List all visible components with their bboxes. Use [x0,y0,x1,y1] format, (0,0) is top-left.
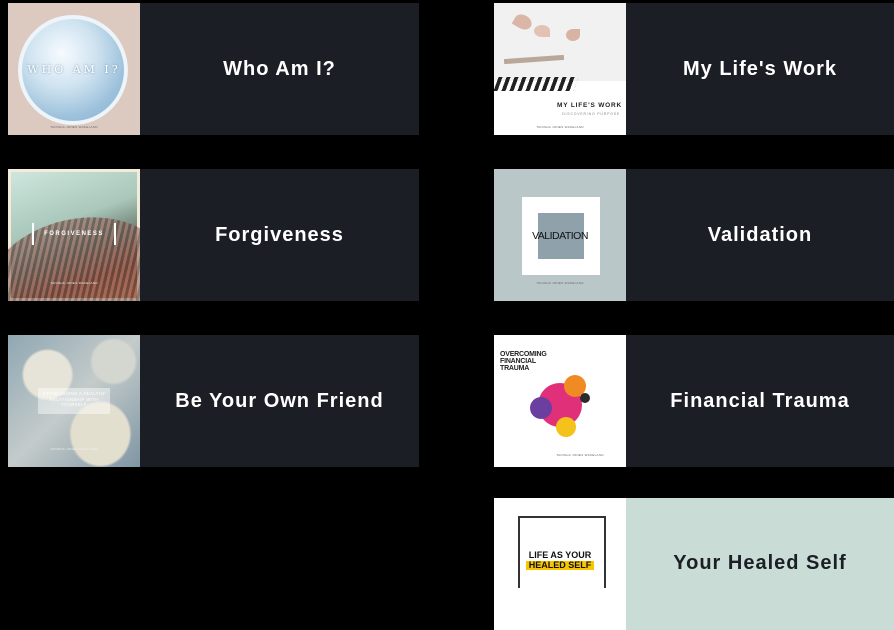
course-card-who-am-i[interactable]: WHO AM I? TANISHA JONES WAKELAND Who Am … [8,3,419,135]
cover-byline: TANISHA JONES WAKELAND [50,281,98,285]
course-card-be-your-own-friend[interactable]: ESTABLISHING A HEALTHY RELATIONSHIP WITH… [8,335,419,467]
course-card-my-lifes-work[interactable]: MY LIFE'S WORK DISCOVERING PURPOSE TANIS… [494,3,894,135]
course-title: My Life's Work [683,57,837,80]
course-cover-image: MY LIFE'S WORK DISCOVERING PURPOSE TANIS… [494,3,626,135]
cover-byline: TANISHA JONES WAKELAND [536,281,584,285]
shaving-graphic [566,29,580,41]
shaving-graphic [534,25,550,37]
course-cover-image: ESTABLISHING A HEALTHY RELATIONSHIP WITH… [8,335,140,467]
paint-splash [530,397,552,419]
course-cover-image: LIFE AS YOUR HEALED SELF [494,498,626,630]
cover-text: VALIDATION [532,230,588,242]
spiral-graphic [494,77,579,91]
course-cover-image: OVERCOMING FINANCIAL TRAUMA TANISHA JONE… [494,335,626,467]
cover-text: MY LIFE'S WORK [557,102,622,109]
course-cover-image: WHO AM I? TANISHA JONES WAKELAND [8,3,140,135]
course-card-forgiveness[interactable]: FORGIVENESS TANISHA JONES WAKELAND Forgi… [8,169,419,301]
course-title: Your Healed Self [673,552,847,574]
course-cover-image: VALIDATION TANISHA JONES WAKELAND [494,169,626,301]
cover-text: WHO AM I? [27,63,121,76]
course-title: Financial Trauma [670,389,850,412]
course-card-your-healed-self[interactable]: LIFE AS YOUR HEALED SELF Your Healed Sel… [494,498,894,630]
course-title: Forgiveness [215,223,344,246]
paint-splash [556,417,576,437]
pencil-graphic [503,54,565,65]
cover-byline: TANISHA JONES WAKELAND [50,447,98,451]
course-title: Validation [707,223,813,246]
cover-byline: TANISHA JONES WAKELAND [556,453,604,457]
paint-splash [580,393,590,403]
cover-text: ESTABLISHING A HEALTHY RELATIONSHIP WITH… [42,391,106,407]
cover-subtitle: DISCOVERING PURPOSE [562,112,620,116]
cover-byline: TANISHA JONES WAKELAND [536,125,584,129]
cover-byline: TANISHA JONES WAKELAND [50,125,98,129]
cover-text: FORGIVENESS [44,231,104,237]
course-cover-image: FORGIVENESS TANISHA JONES WAKELAND [8,169,140,301]
course-card-financial-trauma[interactable]: OVERCOMING FINANCIAL TRAUMA TANISHA JONE… [494,335,894,467]
course-title: Who Am I? [223,57,336,80]
shaving-graphic [511,11,535,33]
cover-text: LIFE AS YOUR HEALED SELF [528,550,592,570]
cover-text: OVERCOMING FINANCIAL TRAUMA [500,351,547,372]
course-card-validation[interactable]: VALIDATION TANISHA JONES WAKELAND Valida… [494,169,894,301]
course-title: Be Your Own Friend [175,389,384,412]
